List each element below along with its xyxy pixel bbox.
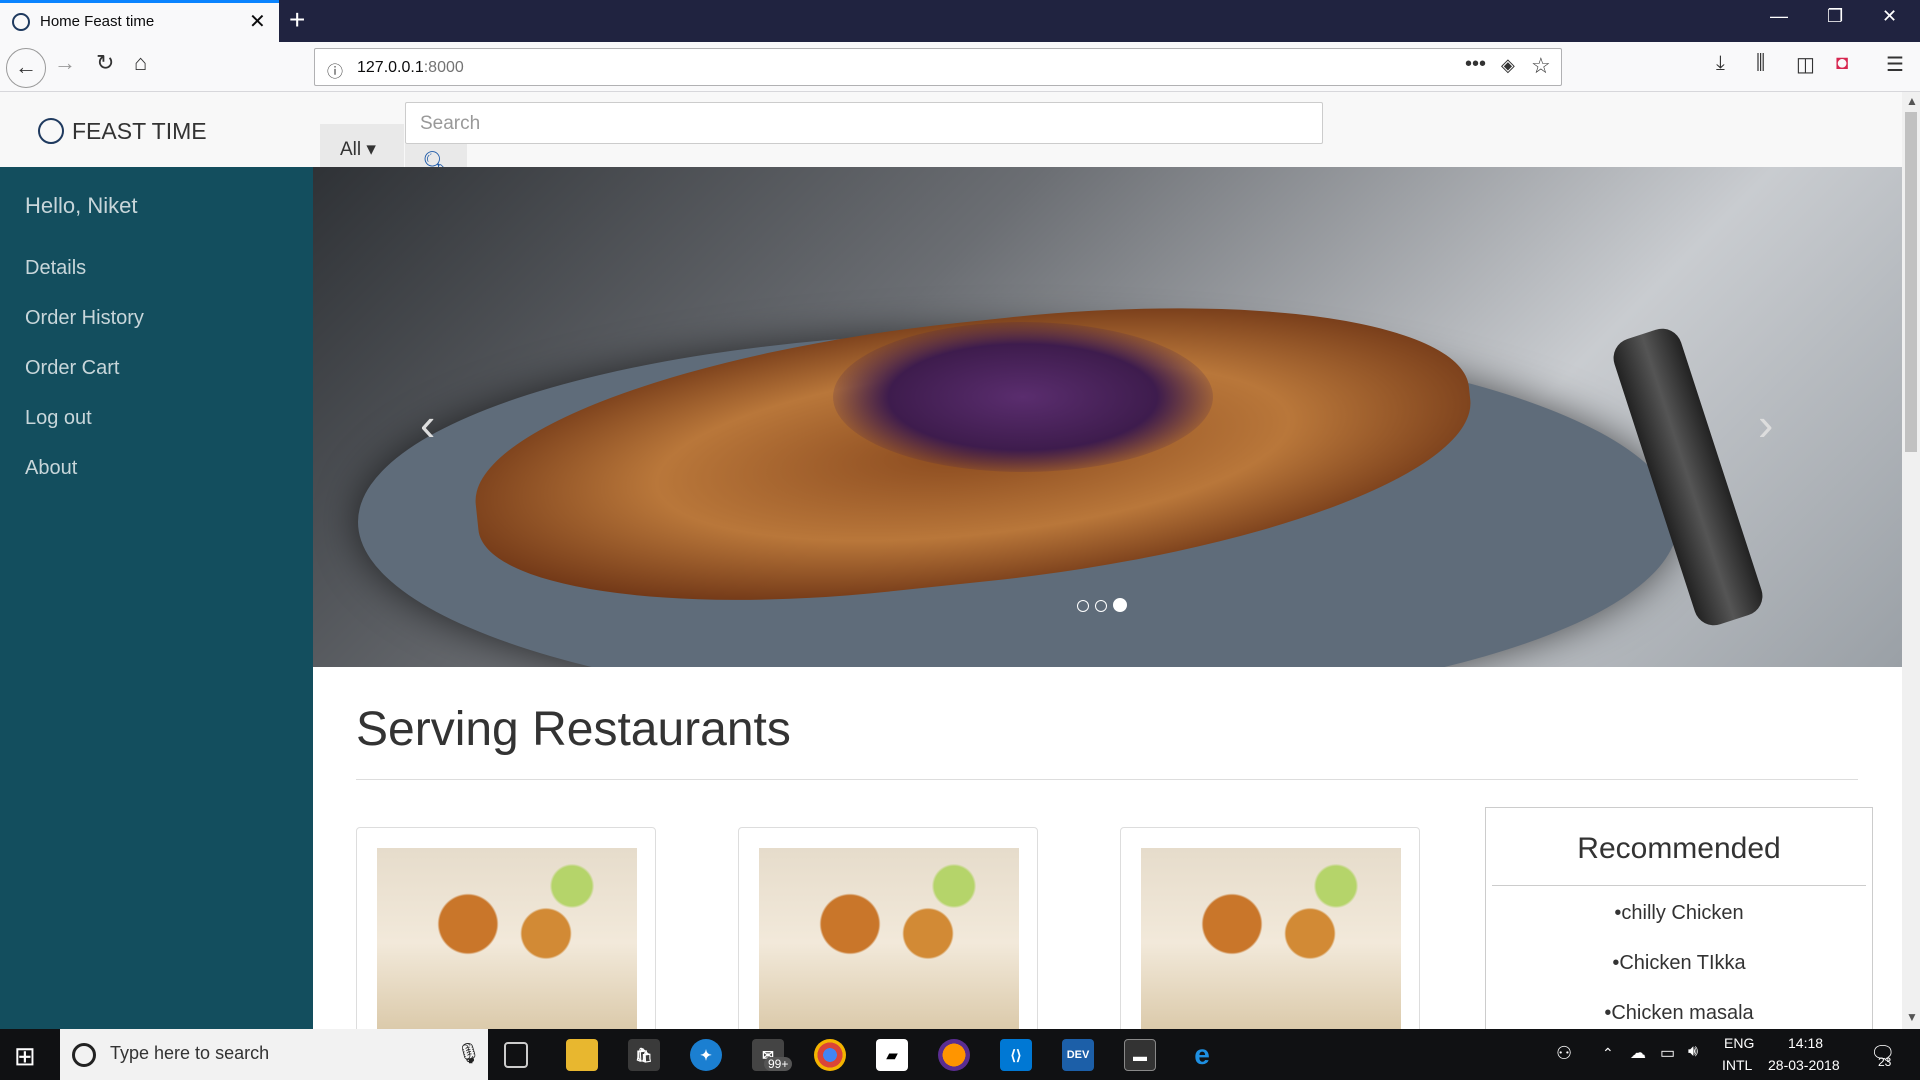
restaurant-card[interactable]: [1120, 827, 1420, 1029]
vscode-icon[interactable]: ⟨⟩: [1000, 1039, 1032, 1071]
volume-icon[interactable]: 🔊︎: [1688, 1043, 1698, 1061]
clock-date[interactable]: 28-03-2018: [1768, 1057, 1840, 1073]
task-view-icon[interactable]: [504, 1042, 528, 1068]
tab-title: Home Feast time: [40, 13, 155, 30]
scroll-up-icon[interactable]: ▲: [1906, 94, 1918, 108]
file-explorer-icon[interactable]: [566, 1039, 598, 1071]
cortana-icon: [72, 1043, 96, 1067]
carousel-indicators: [1077, 598, 1133, 617]
url-bar[interactable]: ⓘ 127.0.0.1:8000 ••• ◈ ☆: [314, 48, 1562, 86]
sidebar: Hello, Niket Details Order History Order…: [0, 167, 313, 1029]
carousel-dot-active[interactable]: [1113, 598, 1127, 612]
chrome-icon[interactable]: [814, 1039, 846, 1071]
safari-icon[interactable]: ✦: [690, 1039, 722, 1071]
carousel-next-icon[interactable]: ›: [1758, 397, 1773, 451]
back-icon[interactable]: ←: [6, 48, 46, 88]
pocket-list-icon[interactable]: ◘: [1836, 52, 1848, 75]
scrollbar[interactable]: ▲ ▼: [1902, 92, 1920, 1029]
divider: [1492, 885, 1866, 886]
sticky-notes-icon[interactable]: ▰: [876, 1039, 908, 1071]
edge-icon[interactable]: e: [1186, 1039, 1218, 1071]
microphone-icon[interactable]: 🎙︎: [456, 1041, 481, 1066]
language-indicator[interactable]: ENG: [1724, 1035, 1754, 1051]
tab-bar: Home Feast time ✕ + — ❐ ✕: [0, 0, 1920, 42]
taskbar-search-placeholder: Type here to search: [110, 1043, 270, 1063]
page-actions-icon[interactable]: •••: [1465, 53, 1486, 76]
brand[interactable]: FEAST TIME: [38, 118, 207, 145]
scroll-thumb[interactable]: [1905, 112, 1917, 452]
reload-icon[interactable]: ↻: [96, 50, 114, 76]
sidebar-item-log-out[interactable]: Log out: [25, 407, 92, 430]
people-icon[interactable]: ⚇: [1556, 1043, 1572, 1064]
caret-down-icon: ▾: [366, 139, 376, 160]
restaurant-card[interactable]: [356, 827, 656, 1029]
sidebar-item-order-cart[interactable]: Order Cart: [25, 357, 119, 380]
search-input[interactable]: Search: [405, 102, 1323, 144]
restaurant-card[interactable]: [738, 827, 1038, 1029]
new-tab-icon[interactable]: +: [289, 4, 305, 36]
recommended-list: chilly Chicken Chicken TIkka Chicken mas…: [1486, 902, 1872, 1029]
clock-logo-icon: [38, 118, 64, 144]
navigation-toolbar: ← → ↻ ⌂ ⓘ 127.0.0.1:8000 ••• ◈ ☆ ⤓ ⫼ ◫ ◘…: [0, 42, 1920, 92]
carousel-dot[interactable]: [1095, 600, 1107, 612]
library-icon[interactable]: ⫼: [1756, 52, 1765, 75]
brand-name: FEAST TIME: [72, 118, 207, 144]
category-dropdown[interactable]: All ▾: [320, 124, 404, 168]
recommended-title: Recommended: [1577, 832, 1781, 865]
pocket-icon[interactable]: ◈: [1501, 55, 1515, 76]
carousel-prev-icon[interactable]: ‹: [420, 397, 435, 451]
site-favicon-icon: [12, 13, 30, 31]
notification-badge: 23: [1878, 1055, 1892, 1069]
clock-time[interactable]: 14:18: [1788, 1035, 1823, 1051]
restore-icon[interactable]: ❐: [1827, 6, 1843, 27]
biryani-image: [1141, 848, 1401, 1029]
taskbar-search[interactable]: Type here to search 🎙︎: [60, 1029, 488, 1080]
site-info-icon[interactable]: ⓘ: [327, 58, 343, 82]
recommended-panel: Recommended chilly Chicken Chicken TIkka…: [1485, 807, 1873, 1029]
store-icon[interactable]: 🛍︎: [628, 1039, 660, 1071]
image-carousel: ‹ ›: [313, 167, 1902, 667]
web-page: FEAST TIME All ▾ Search 🔍︎ Hello, Niket …: [0, 92, 1902, 1029]
recommended-item[interactable]: Chicken TIkka: [1486, 952, 1872, 1002]
taskbar: ⊞ Type here to search 🎙︎ 🛍︎ ✦ ✉ 99+ ▰ ⟨⟩…: [0, 1029, 1920, 1080]
sidebar-toggle-icon[interactable]: ◫: [1796, 52, 1815, 77]
menu-icon[interactable]: ☰: [1886, 52, 1904, 77]
carousel-dot[interactable]: [1077, 600, 1089, 612]
firefox-icon[interactable]: [938, 1039, 970, 1071]
forward-icon[interactable]: →: [54, 50, 76, 76]
minimize-icon[interactable]: —: [1770, 6, 1788, 27]
browser-tab[interactable]: Home Feast time ✕: [0, 0, 279, 42]
show-hidden-icons-icon[interactable]: ⌃: [1602, 1045, 1614, 1062]
divider: [356, 779, 1858, 780]
home-icon[interactable]: ⌂: [134, 50, 147, 76]
greeting: Hello, Niket: [25, 193, 138, 218]
recommended-item[interactable]: Chicken masala: [1486, 1002, 1872, 1029]
topping-image: [833, 322, 1213, 472]
url-text: 127.0.0.1:8000: [357, 59, 464, 76]
sidebar-item-order-history[interactable]: Order History: [25, 307, 144, 330]
onedrive-icon[interactable]: ☁: [1630, 1043, 1646, 1063]
recommended-item[interactable]: chilly Chicken: [1486, 902, 1872, 952]
site-header: FEAST TIME All ▾ Search 🔍︎: [0, 92, 1902, 184]
main-content: Serving Restaurants Recommended chilly C…: [313, 667, 1902, 1029]
biryani-image: [759, 848, 1019, 1029]
sidebar-item-about[interactable]: About: [25, 457, 77, 480]
close-tab-icon[interactable]: ✕: [249, 9, 266, 34]
dev-cpp-icon[interactable]: DEV: [1062, 1039, 1094, 1071]
biryani-image: [377, 848, 637, 1029]
keyboard-layout[interactable]: INTL: [1722, 1057, 1752, 1073]
section-title: Serving Restaurants: [356, 703, 791, 756]
windows-start-icon[interactable]: ⊞: [14, 1041, 36, 1072]
sidebar-item-details[interactable]: Details: [25, 257, 86, 280]
scroll-down-icon[interactable]: ▼: [1906, 1010, 1918, 1024]
download-icon[interactable]: ⤓: [1716, 52, 1725, 75]
bookmark-star-icon[interactable]: ☆: [1531, 53, 1551, 79]
window-close-icon[interactable]: ✕: [1882, 6, 1897, 27]
mail-badge: 99+: [764, 1057, 793, 1071]
terminal-icon[interactable]: ▬: [1124, 1039, 1156, 1071]
battery-icon[interactable]: ▭: [1660, 1043, 1675, 1063]
